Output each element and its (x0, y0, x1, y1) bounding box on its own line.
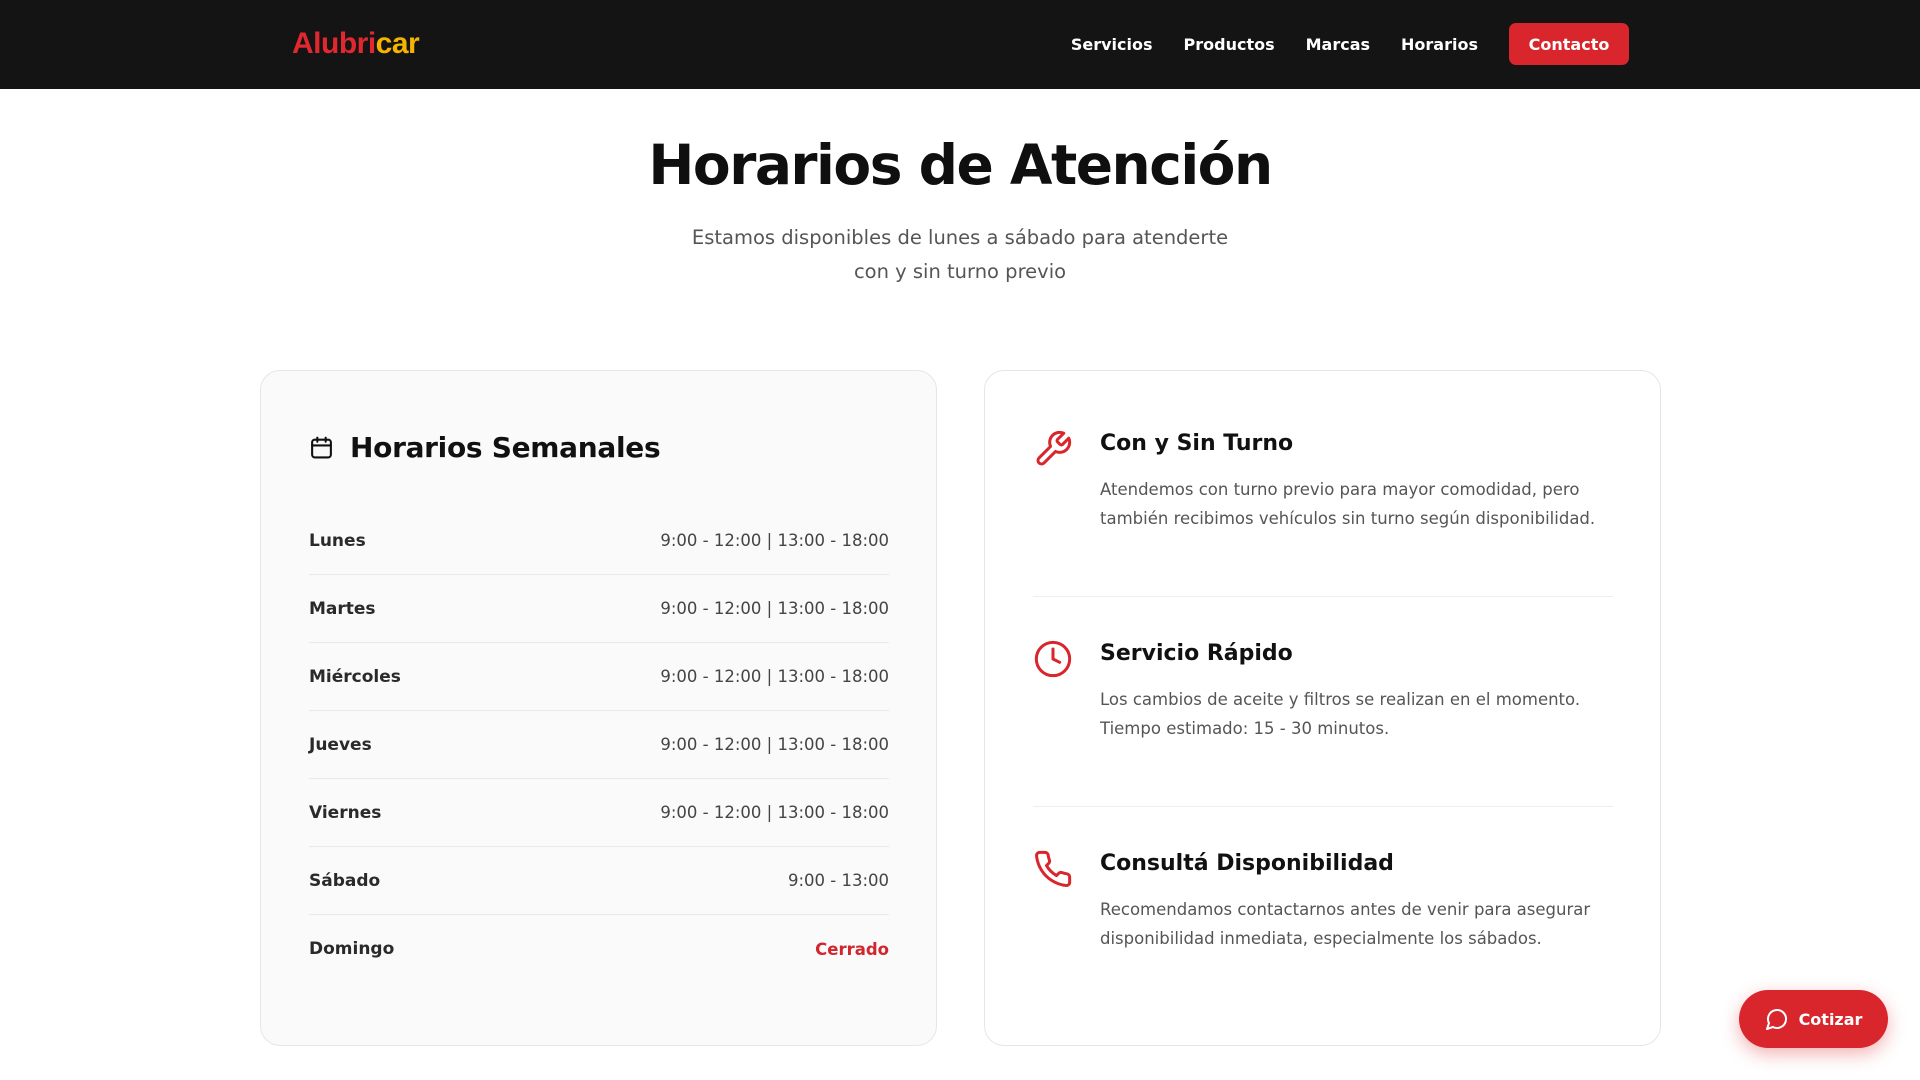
hours-row-viernes: Viernes 9:00 - 12:00 | 13:00 - 18:00 (309, 779, 889, 847)
nav-link-productos[interactable]: Productos (1184, 35, 1275, 54)
hours-value: 9:00 - 12:00 | 13:00 - 18:00 (660, 599, 889, 618)
day-label: Viernes (309, 802, 382, 823)
nav-link-marcas[interactable]: Marcas (1306, 35, 1370, 54)
nav-link-horarios[interactable]: Horarios (1401, 35, 1478, 54)
day-label: Jueves (309, 734, 372, 755)
day-label: Martes (309, 598, 376, 619)
divider (1033, 596, 1613, 597)
main-nav: Servicios Productos Marcas Horarios Cont… (1071, 23, 1629, 65)
phone-icon (1035, 850, 1072, 888)
hours-row-miercoles: Miércoles 9:00 - 12:00 | 13:00 - 18:00 (309, 643, 889, 711)
day-label: Lunes (309, 530, 366, 551)
wrench-icon (1036, 430, 1072, 466)
cotizar-label: Cotizar (1798, 1009, 1863, 1029)
feature-description: Los cambios de aceite y filtros se reali… (1100, 690, 1581, 738)
hours-row-lunes: Lunes 9:00 - 12:00 | 13:00 - 18:00 (309, 507, 889, 575)
page-subtitle-line-2: con y sin turno previo (853, 260, 1067, 283)
hours-list: Lunes 9:00 - 12:00 | 13:00 - 18:00 Marte… (309, 507, 889, 983)
weekly-hours-header: Horarios Semanales (309, 431, 661, 464)
contacto-button[interactable]: Contacto (1509, 23, 1629, 65)
page-subtitle-line-1: Estamos disponibles de lunes a sábado pa… (691, 226, 1229, 249)
hours-value: 9:00 - 13:00 (787, 871, 889, 890)
brand-logo-part-1: Alubri (292, 27, 376, 60)
feature-description: Recomendamos contactarnos antes de venir… (1100, 900, 1591, 948)
hours-value: 9:00 - 12:00 | 13:00 - 18:00 (660, 803, 889, 822)
calendar-icon (311, 436, 332, 459)
page-subtitle: Estamos disponibles de lunes a sábado pa… (660, 221, 1260, 289)
day-label: Miércoles (309, 666, 401, 687)
brand-logo-part-2: car (375, 27, 420, 60)
cotizar-button[interactable]: Cotizar (1739, 990, 1888, 1048)
divider (1033, 806, 1613, 807)
hours-value: 9:00 - 12:00 | 13:00 - 18:00 (660, 735, 889, 754)
page-title: Horarios de Atención (648, 133, 1273, 197)
brand-logo[interactable]: Alubricar (292, 26, 420, 62)
closed-status: Cerrado (815, 939, 889, 959)
nav-link-servicios[interactable]: Servicios (1071, 35, 1153, 54)
hours-row-sabado: Sábado 9:00 - 13:00 (309, 847, 889, 915)
feature-title: Servicio Rápido (1100, 641, 1293, 666)
hours-row-martes: Martes 9:00 - 12:00 | 13:00 - 18:00 (309, 575, 889, 643)
service-info-card: Con y Sin Turno Atendemos con turno prev… (984, 370, 1661, 1046)
hours-value: 9:00 - 12:00 | 13:00 - 18:00 (660, 531, 889, 550)
weekly-hours-title: Horarios Semanales (350, 431, 661, 464)
chat-bubble-icon (1765, 1009, 1787, 1030)
hours-row-domingo: Domingo Cerrado (309, 915, 889, 983)
feature-description: Atendemos con turno previo para mayor co… (1100, 480, 1596, 528)
day-label: Sábado (309, 870, 381, 891)
feature-title: Consultá Disponibilidad (1100, 851, 1394, 876)
hours-value: 9:00 - 12:00 | 13:00 - 18:00 (660, 667, 889, 686)
navbar: Alubricar Servicios Productos Marcas Hor… (0, 0, 1920, 89)
clock-icon (1034, 640, 1072, 678)
feature-title: Con y Sin Turno (1100, 431, 1294, 456)
weekly-hours-card: Horarios Semanales Lunes 9:00 - 12:00 | … (260, 370, 937, 1046)
day-label: Domingo (309, 939, 395, 959)
hours-row-jueves: Jueves 9:00 - 12:00 | 13:00 - 18:00 (309, 711, 889, 779)
